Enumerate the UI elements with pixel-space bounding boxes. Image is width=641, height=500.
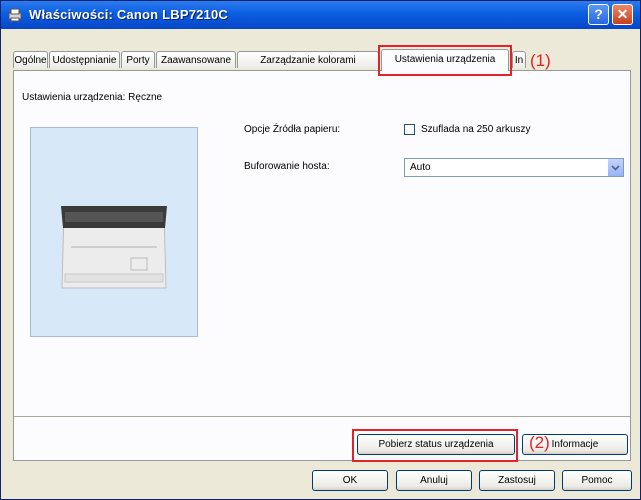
cancel-button[interactable]: Anuluj <box>396 470 472 491</box>
host-spooling-value: Auto <box>410 162 431 173</box>
printer-app-icon <box>8 8 22 22</box>
printer-image <box>61 206 167 289</box>
tray-250-checkbox[interactable] <box>404 124 415 135</box>
tray-250-checkbox-label[interactable]: Szuflada na 250 arkuszy <box>421 124 531 135</box>
get-device-status-button[interactable]: Pobierz status urządzenia <box>357 434 515 455</box>
host-spooling-select[interactable]: Auto <box>404 158 624 177</box>
host-spooling-label: Buforowanie hosta: <box>244 161 330 172</box>
close-title-button[interactable]: ✕ <box>612 4 633 25</box>
device-settings-panel: Ustawienia urządzenia: Ręczne Opcje Źród… <box>13 70 631 461</box>
callout-1-number: (1) <box>530 51 551 70</box>
title-bar[interactable]: Właściwości: Canon LBP7210C ? ✕ <box>1 1 640 29</box>
panel-divider <box>14 416 630 417</box>
help-title-button[interactable]: ? <box>588 4 609 25</box>
tab-sharing[interactable]: Udostępnianie <box>49 51 120 68</box>
paper-source-label: Opcje Źródła papieru: <box>244 124 341 135</box>
printer-properties-window: Właściwości: Canon LBP7210C ? ✕ Ogólne U… <box>0 0 641 500</box>
tab-advanced[interactable]: Zaawansowane <box>156 51 236 68</box>
tab-device-settings[interactable]: Ustawienia urządzenia <box>381 49 509 71</box>
window-title: Właściwości: Canon LBP7210C <box>29 7 229 22</box>
section-label: Ustawienia urządzenia: Ręczne <box>22 92 163 103</box>
tab-general[interactable]: Ogólne <box>13 51 48 68</box>
apply-button[interactable]: Zastosuj <box>479 470 555 491</box>
tab-ports[interactable]: Porty <box>121 51 155 68</box>
printer-preview <box>30 127 198 337</box>
tab-info-partial[interactable]: In <box>512 51 526 68</box>
ok-button[interactable]: OK <box>312 470 388 491</box>
help-button[interactable]: Pomoc <box>562 470 632 491</box>
tab-color-management[interactable]: Zarządzanie kolorami <box>237 51 379 68</box>
chevron-down-icon[interactable] <box>607 159 623 176</box>
callout-2-number: (2) <box>529 433 550 452</box>
